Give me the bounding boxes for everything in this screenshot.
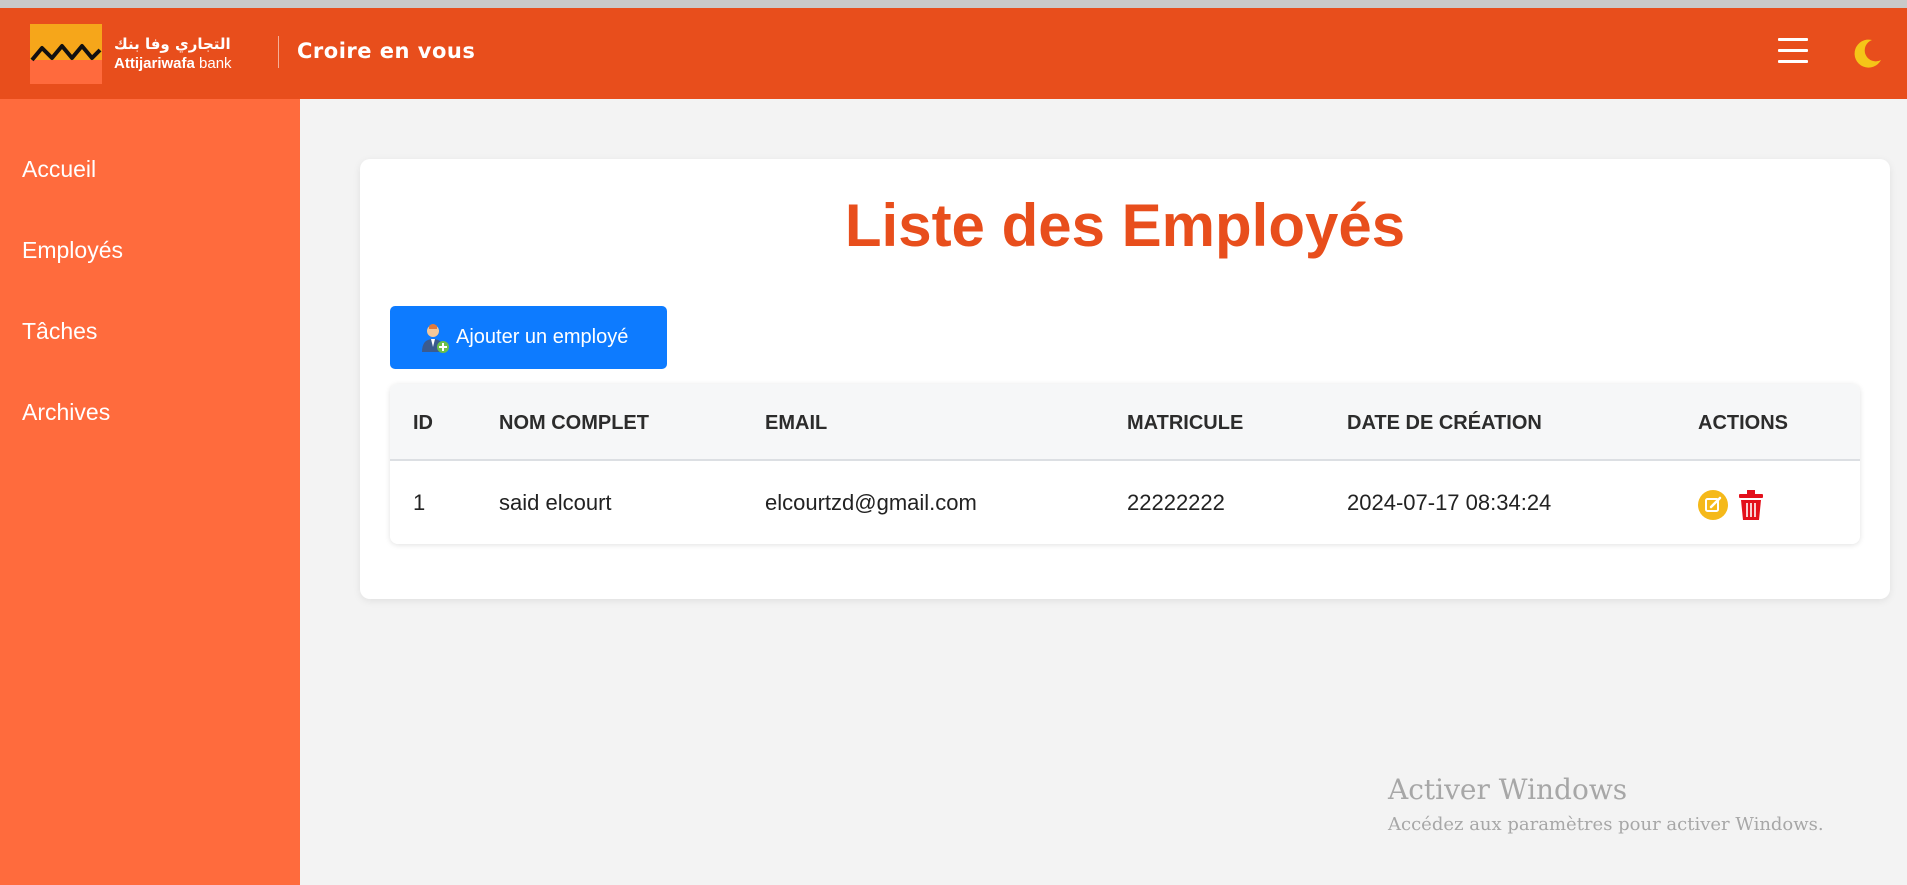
logo-latin-light: bank — [199, 55, 232, 72]
sidebar: Accueil Employés Tâches Archives — [0, 99, 300, 885]
column-header-email: EMAIL — [765, 412, 828, 434]
sidebar-item-archives[interactable]: Archives — [22, 399, 110, 426]
windows-activation-watermark: Activer Windows Accédez aux paramètres p… — [1388, 773, 1824, 835]
cell-email: elcourtzd@gmail.com — [765, 490, 977, 515]
edit-icon[interactable] — [1698, 490, 1728, 520]
add-employee-button[interactable]: Ajouter un employé — [390, 306, 667, 369]
employees-card: Liste des Employés Ajouter un employé ID… — [360, 159, 1890, 599]
logo-arabic-text: التجاري وفا بنك — [114, 35, 231, 53]
page-title: Liste des Employés — [844, 192, 1406, 259]
app-header: التجاري وفا بنك Attijariwafa bank Croire… — [0, 8, 1907, 99]
cell-name: said elcourt — [499, 490, 612, 515]
header-tagline: Croire en vous — [297, 39, 476, 63]
cell-id: 1 — [413, 490, 426, 515]
logo-mark-icon — [30, 24, 102, 84]
column-header-matricule: MATRICULE — [1127, 412, 1244, 434]
column-header-actions: ACTIONS — [1698, 412, 1788, 434]
table-row: 1 said elcourt elcourtzd@gmail.com 22222… — [390, 463, 1860, 544]
sidebar-item-accueil[interactable]: Accueil — [22, 156, 96, 183]
browser-top-strip — [0, 0, 1907, 8]
header-divider — [278, 36, 279, 68]
column-header-name: NOM COMPLET — [499, 412, 649, 434]
table-header-row: ID NOM COMPLET EMAIL MATRICULE DATE DE C… — [390, 384, 1860, 461]
watermark-subtitle: Accédez aux paramètres pour activer Wind… — [1388, 814, 1824, 835]
trash-icon[interactable] — [1738, 489, 1764, 521]
logo-latin-text: Attijariwafa bank — [114, 56, 232, 71]
sidebar-item-employes[interactable]: Employés — [22, 237, 123, 264]
bank-logo[interactable]: التجاري وفا بنك Attijariwafa bank — [30, 24, 236, 84]
hamburger-icon[interactable] — [1778, 38, 1808, 66]
employee-add-icon — [420, 322, 450, 354]
cell-created: 2024-07-17 08:34:24 — [1347, 490, 1552, 515]
column-header-id: ID — [413, 412, 433, 434]
cell-matricule: 22222222 — [1127, 490, 1225, 515]
logo-latin-bold: Attijariwafa — [114, 55, 195, 72]
column-header-date: DATE DE CRÉATION — [1347, 412, 1542, 434]
watermark-title: Activer Windows — [1388, 773, 1628, 806]
moon-icon[interactable] — [1848, 36, 1884, 72]
add-button-label: Ajouter un employé — [456, 326, 629, 348]
employees-table: ID NOM COMPLET EMAIL MATRICULE DATE DE C… — [390, 384, 1860, 544]
sidebar-item-taches[interactable]: Tâches — [22, 318, 97, 345]
